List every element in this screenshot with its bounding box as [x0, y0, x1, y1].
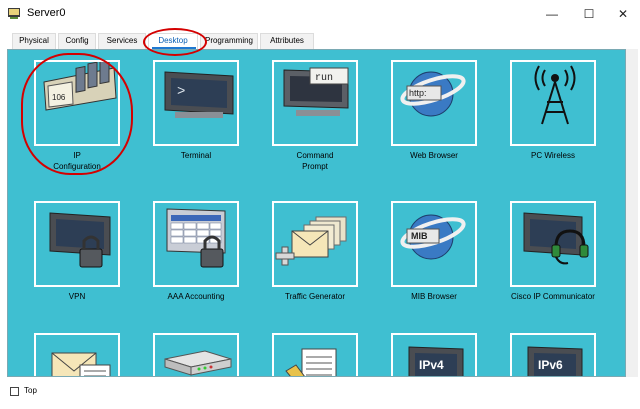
pc-wireless-tile[interactable]	[510, 60, 596, 146]
vpn-label: VPN	[68, 292, 86, 301]
tab-strip: Physical Config Services Desktop Program…	[0, 27, 640, 49]
terminal-icon: >	[164, 71, 234, 118]
email-tile[interactable]	[34, 333, 120, 376]
mib-browser-label: MIB Browser	[411, 292, 457, 301]
traffic-generator-icon	[275, 216, 347, 266]
aaa-accounting-tile[interactable]	[153, 201, 239, 287]
command-prompt-icon: run	[283, 67, 349, 116]
mib-browser-tile[interactable]: MIB	[391, 201, 477, 287]
desktop-item-ip-configuration[interactable]: 106 IP Configuration	[22, 60, 132, 172]
minimize-icon: —	[546, 6, 558, 21]
minimize-button[interactable]: —	[537, 0, 567, 27]
command-prompt-label: Command Prompt	[296, 151, 334, 171]
top-checkbox[interactable]	[10, 387, 19, 396]
desktop-item-web-browser[interactable]: http: Web Browser	[379, 60, 489, 172]
tab-programming[interactable]: Programming	[200, 33, 258, 49]
desktop-panel: 106 IP Configuration > Terminal run Comm…	[7, 49, 626, 377]
email-icon	[51, 352, 111, 376]
ipv4-firewall-icon: IPv4	[408, 346, 464, 376]
mib-browser-icon: MIB	[400, 214, 466, 260]
bottom-bar: Top	[0, 377, 640, 409]
desktop-item-aaa-accounting[interactable]: AAA Accounting	[141, 201, 251, 313]
ipv4-firewall-tile[interactable]: IPv4	[391, 333, 477, 376]
terminal-tile[interactable]: >	[153, 60, 239, 146]
ip-configuration-icon: 106	[43, 62, 117, 111]
text-editor-icon	[285, 348, 337, 376]
desktop-item-traffic-generator[interactable]: Traffic Generator	[260, 201, 370, 313]
ip-configuration-tile[interactable]: 106	[34, 60, 120, 146]
desktop-item-ipv6-firewall[interactable]: IPv6	[498, 333, 608, 376]
vpn-tile[interactable]	[34, 201, 120, 287]
web-browser-label: Web Browser	[410, 151, 458, 160]
ip-configuration-label: IP Configuration	[53, 151, 101, 171]
mib-browser-icon-text: MIB	[411, 231, 428, 241]
maximize-button[interactable]: ☐	[574, 0, 604, 27]
window-title: Server0	[27, 7, 66, 19]
desktop-item-mib-browser[interactable]: MIB MIB Browser	[379, 201, 489, 313]
cisco-ip-communicator-icon	[523, 212, 589, 265]
vertical-scrollbar[interactable]	[626, 49, 638, 377]
pc-wireless-icon	[534, 65, 576, 125]
terminal-label: Terminal	[180, 151, 212, 160]
ipv4-firewall-icon-text: IPv4	[419, 358, 444, 372]
pc-wireless-label: PC Wireless	[530, 151, 575, 160]
pppoe-dialer-tile[interactable]	[153, 333, 239, 376]
tab-physical[interactable]: Physical	[12, 33, 56, 49]
ipv6-firewall-icon: IPv6	[527, 346, 583, 376]
desktop-item-text-editor[interactable]	[260, 333, 370, 376]
top-checkbox-label: Top	[24, 386, 37, 395]
terminal-icon-text: >	[177, 84, 185, 100]
desktop-item-pc-wireless[interactable]: PC Wireless	[498, 60, 608, 172]
cisco-ip-communicator-label: Cisco IP Communicator	[511, 292, 595, 301]
desktop-item-vpn[interactable]: VPN	[22, 201, 132, 313]
title-bar: Server0 — ☐ ✕	[0, 0, 640, 27]
vpn-icon	[49, 212, 111, 268]
tab-attributes[interactable]: Attributes	[260, 33, 314, 49]
desktop-item-terminal[interactable]: > Terminal	[141, 60, 251, 172]
ipv6-firewall-tile[interactable]: IPv6	[510, 333, 596, 376]
command-prompt-icon-text: run	[315, 73, 333, 84]
aaa-accounting-label: AAA Accounting	[167, 292, 225, 301]
web-browser-tile[interactable]: http:	[391, 60, 477, 146]
maximize-icon: ☐	[583, 6, 595, 21]
pppoe-dialer-icon	[164, 350, 232, 376]
close-button[interactable]: ✕	[608, 0, 638, 27]
command-prompt-tile[interactable]: run	[272, 60, 358, 146]
ipv6-firewall-icon-text: IPv6	[538, 358, 563, 372]
desktop-item-pppoe-dialer[interactable]	[141, 333, 251, 376]
tab-desktop-label: Desktop	[158, 36, 188, 45]
desktop-item-email[interactable]	[22, 333, 132, 376]
close-icon: ✕	[617, 6, 629, 21]
web-browser-icon-text: http:	[409, 88, 427, 98]
ip-configuration-icon-text: 106	[52, 93, 66, 102]
traffic-generator-tile[interactable]	[272, 201, 358, 287]
aaa-accounting-icon	[166, 208, 226, 268]
tab-desktop[interactable]: Desktop	[148, 33, 198, 49]
text-editor-tile[interactable]	[272, 333, 358, 376]
server-window: Server0 — ☐ ✕ Physical Config Services D…	[0, 0, 640, 409]
desktop-item-ipv4-firewall[interactable]: IPv4	[379, 333, 489, 376]
packet-tracer-app-icon	[8, 8, 20, 19]
web-browser-icon: http:	[400, 71, 466, 117]
desktop-item-cisco-ip-communicator[interactable]: Cisco IP Communicator	[498, 201, 608, 313]
desktop-item-command-prompt[interactable]: run Command Prompt	[260, 60, 370, 172]
cisco-ip-communicator-tile[interactable]	[510, 201, 596, 287]
tab-config[interactable]: Config	[58, 33, 96, 49]
tab-services[interactable]: Services	[98, 33, 146, 49]
traffic-generator-label: Traffic Generator	[284, 292, 346, 301]
